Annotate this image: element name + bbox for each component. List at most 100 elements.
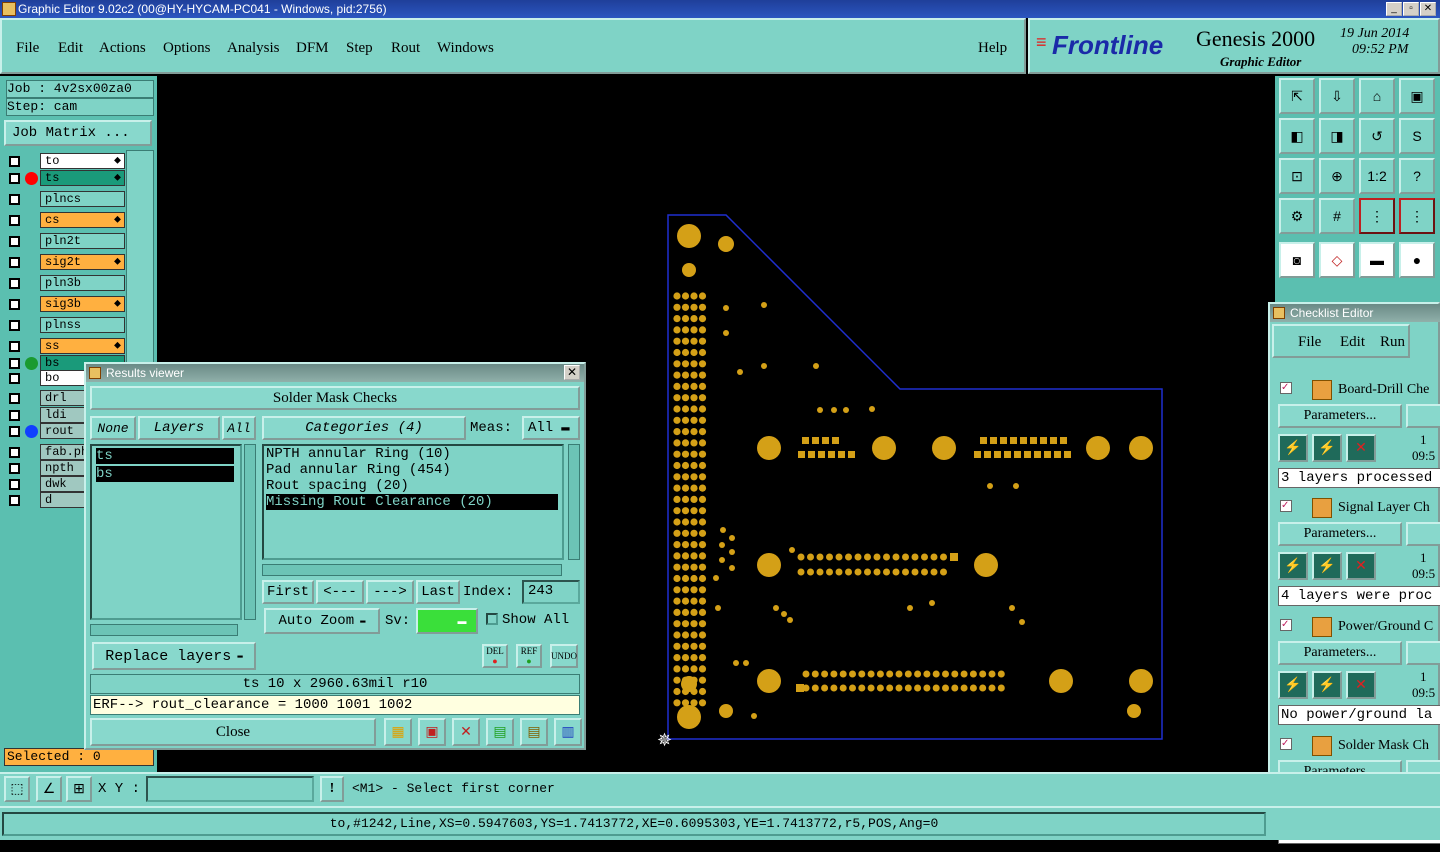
xy-input[interactable] [146,776,314,802]
layer-checkbox[interactable] [9,341,20,352]
checklist-item-checkbox[interactable]: ✓ [1280,619,1292,631]
menu-help[interactable]: Help [978,40,1007,57]
layer-name[interactable]: pln3b [40,275,125,291]
layer-row-pln3b[interactable]: pln3b [6,275,125,292]
layer-checkbox[interactable] [9,236,20,247]
zoom-down-icon[interactable]: ⇩ [1319,78,1355,114]
menu-edit[interactable]: Edit [58,40,83,57]
layer-checkbox[interactable] [9,257,20,268]
minimize-button[interactable]: _ [1386,2,1402,16]
close-icon[interactable]: ✕ [564,365,580,380]
layer-row-plnss[interactable]: plnss [6,317,125,334]
window-icon[interactable]: ▣ [1399,78,1435,114]
grid-icon[interactable]: # [1319,198,1355,234]
menu-windows[interactable]: Windows [437,40,494,57]
auto-zoom-dropdown[interactable]: Auto Zoom ▬ [264,608,380,634]
layers-button[interactable]: Layers [138,416,220,440]
layer-stack-icon[interactable]: ⋮ [1359,198,1395,234]
ruler-icon[interactable]: ▬ [1359,242,1395,278]
home-icon[interactable]: ⌂ [1359,78,1395,114]
layer-name[interactable]: ts ⬥ [40,170,125,186]
category-item[interactable]: Pad annular Ring (454) [266,462,560,478]
pan-left-icon[interactable]: ◧ [1279,118,1315,154]
show-results-icon[interactable]: ⚡ [1312,434,1342,462]
first-button[interactable]: First [262,580,314,604]
layer-checkbox[interactable] [9,156,20,167]
categories-button[interactable]: Categories (4) [262,416,466,440]
pan-right-icon[interactable]: ◨ [1319,118,1355,154]
menu-actions[interactable]: Actions [99,40,146,57]
run-icon[interactable]: ⚡ [1278,671,1308,699]
highlight-tool-icon[interactable]: ▣ [418,718,446,746]
layer-list[interactable]: ts bs [90,444,242,620]
layer-row-ts[interactable]: ts ⬥ [6,170,125,187]
maximize-button[interactable]: ▫ [1403,2,1419,16]
close-button[interactable]: Close [90,718,376,746]
show-results-icon[interactable]: ⚡ [1312,671,1342,699]
layer-checkbox[interactable] [9,194,20,205]
layer-name[interactable]: to ⬥ [40,153,125,169]
run-icon[interactable]: ⚡ [1278,434,1308,462]
undo-button[interactable]: UNDO [550,644,578,668]
fit-icon[interactable]: ⊡ [1279,158,1315,194]
checklist-aux-button[interactable] [1406,522,1440,546]
layer-row-plncs[interactable]: plncs [6,191,125,208]
layer-checkbox[interactable] [9,173,20,184]
category-item[interactable]: Rout spacing (20) [266,478,560,494]
show-results-icon[interactable]: ⚡ [1312,552,1342,580]
layer-checkbox[interactable] [9,215,20,226]
layer-list-item[interactable]: ts [96,448,234,464]
layer-checkbox[interactable] [9,479,20,490]
all-button[interactable]: All [222,416,256,440]
checklist-menu-file[interactable]: File [1298,334,1321,351]
snap-grid-icon[interactable]: ⊞ [66,776,92,802]
layer-name[interactable]: cs ⬥ [40,212,125,228]
line-icon[interactable]: ◇ [1319,242,1355,278]
show-all-checkbox[interactable] [486,613,498,625]
parameters-button[interactable]: Parameters... [1278,522,1402,546]
layer-checkbox[interactable] [9,320,20,331]
checklist-item-checkbox[interactable]: ✓ [1280,382,1292,394]
layer-row-sig2t[interactable]: sig2t ⬥ [6,254,125,271]
redraw-icon[interactable]: ↺ [1359,118,1395,154]
layer-name[interactable]: plncs [40,191,125,207]
numbering-icon[interactable]: ▤ [486,718,514,746]
next-button[interactable]: ---> [366,580,414,604]
layer-checkbox[interactable] [9,410,20,421]
scale-1to2-button[interactable]: 1:2 [1359,158,1395,194]
none-button[interactable]: None [90,416,136,440]
layer-name[interactable]: plnss [40,317,125,333]
report-icon[interactable]: ▤ [520,718,548,746]
layer-name[interactable]: sig3b ⬥ [40,296,125,312]
zoom-area-icon[interactable]: ⬚ [4,776,30,802]
category-scrollbar[interactable] [568,444,580,560]
last-button[interactable]: Last [416,580,460,604]
settings-icon[interactable]: ⚙ [1279,198,1315,234]
clear-results-icon[interactable]: ✕ [1346,552,1376,580]
layer-checkbox[interactable] [9,463,20,474]
checklist-item-checkbox[interactable]: ✓ [1280,500,1292,512]
layer-checkbox[interactable] [9,495,20,506]
checklist-menu-run[interactable]: Run [1380,334,1405,351]
surface-icon[interactable]: ● [1399,242,1435,278]
layer-name[interactable]: ss ⬥ [40,338,125,354]
parameters-button[interactable]: Parameters... [1278,404,1402,428]
alert-icon[interactable]: ! [320,776,344,802]
category-item-selected[interactable]: Missing Rout Clearance (20) [266,494,558,510]
layer-row-sig3b[interactable]: sig3b ⬥ [6,296,125,313]
layer-row-pln2t[interactable]: pln2t [6,233,125,250]
layer-checkbox[interactable] [9,299,20,310]
menu-options[interactable]: Options [163,40,211,57]
menu-rout[interactable]: Rout [391,40,420,57]
category-item[interactable]: NPTH annular Ring (10) [266,446,560,462]
layer-list-scrollbar[interactable] [244,444,256,620]
checklist-menu-edit[interactable]: Edit [1340,334,1365,351]
center-icon[interactable]: ⊕ [1319,158,1355,194]
run-icon[interactable]: ⚡ [1278,552,1308,580]
parameters-button[interactable]: Parameters... [1278,641,1402,665]
layer-checkbox[interactable] [9,393,20,404]
replace-layers-dropdown[interactable]: Replace layers ▬ [92,642,256,670]
checklist-aux-button[interactable] [1406,404,1440,428]
menu-step[interactable]: Step [346,40,373,57]
layer-compare-icon[interactable]: ⋮ [1399,198,1435,234]
